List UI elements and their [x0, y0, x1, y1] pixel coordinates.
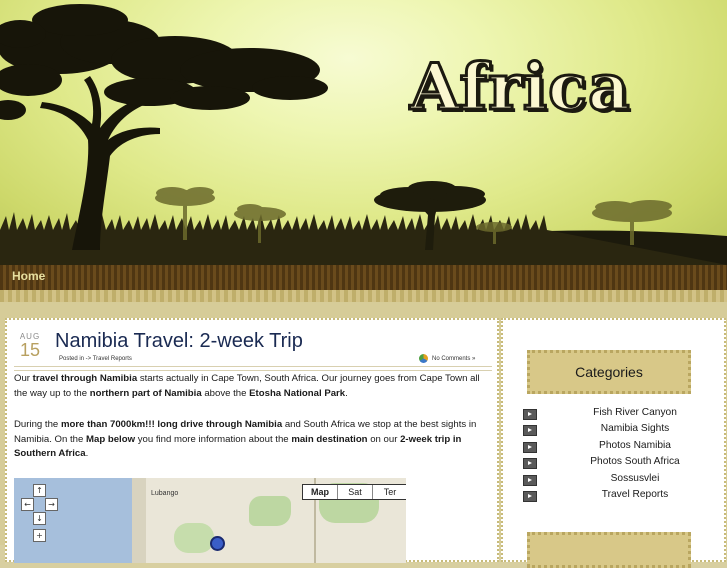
arrow-right-icon — [523, 491, 537, 502]
map-pan-right-icon[interactable]: → — [45, 498, 58, 511]
map-park-area — [249, 496, 291, 526]
map-pan-left-icon[interactable]: ← — [21, 498, 34, 511]
category-item[interactable]: Fish River Canyon — [523, 407, 713, 421]
arrow-right-icon — [523, 425, 537, 436]
category-item[interactable]: Sossusvlei — [523, 473, 713, 487]
map-pan-down-icon[interactable]: ↓ — [33, 512, 46, 525]
sidebar-widget-header — [527, 532, 691, 568]
comments-icon — [419, 354, 428, 363]
sidebar: Categories Fish River Canyon Namibia Sig… — [501, 318, 726, 568]
post-paragraph-2: During the more than 7000km!!! long driv… — [14, 419, 477, 460]
arrow-right-icon — [523, 475, 537, 486]
category-link[interactable]: Photos South Africa — [565, 456, 705, 467]
savanna-silhouette — [0, 4, 727, 265]
map-place-label: Lubango — [151, 490, 179, 497]
category-link[interactable]: Travel Reports — [565, 489, 705, 500]
arrow-right-icon — [523, 442, 537, 453]
map-coast — [132, 478, 146, 563]
map-type-terrain[interactable]: Ter — [372, 485, 406, 499]
categories-title: Categories — [575, 364, 643, 380]
map-park-area — [174, 523, 214, 553]
category-link[interactable]: Photos Namibia — [565, 440, 705, 451]
nav-home-link[interactable]: Home — [12, 269, 45, 283]
map-type-switcher: Map Sat Ter — [302, 484, 406, 500]
category-item[interactable]: Travel Reports — [523, 489, 713, 503]
post-date-day: 15 — [19, 340, 41, 360]
nav-bar: Home — [0, 265, 727, 290]
comments-link[interactable]: No Comments » — [419, 354, 475, 363]
map-pan-up-icon[interactable]: ↑ — [33, 484, 46, 497]
category-link[interactable]: Namibia Sights — [565, 423, 705, 434]
header-banner: Africa — [0, 0, 727, 265]
category-link[interactable]: Sossusvlei — [565, 473, 705, 484]
title-divider — [14, 366, 492, 371]
post-paragraph-1: Our travel through Namibia starts actual… — [14, 373, 480, 399]
map-type-map[interactable]: Map — [303, 485, 337, 499]
site-logo[interactable]: Africa — [409, 54, 632, 121]
category-item[interactable]: Namibia Sights — [523, 423, 713, 437]
category-item[interactable]: Photos South Africa — [523, 456, 713, 470]
map-marker-icon[interactable] — [210, 536, 225, 551]
post-meta: Posted in -> Travel Reports — [59, 356, 132, 362]
post-date: AUG 15 — [15, 332, 45, 359]
comments-label[interactable]: No Comments » — [432, 356, 475, 362]
post-title[interactable]: Namibia Travel: 2-week Trip — [55, 330, 303, 353]
decorative-stripe — [0, 290, 727, 302]
embedded-map[interactable]: Lubango ↑ ← → ↓ + Map Sat Ter — [14, 478, 406, 563]
arrow-right-icon — [523, 458, 537, 469]
map-zoom-in-icon[interactable]: + — [33, 529, 46, 542]
category-link[interactable]: Fish River Canyon — [565, 407, 705, 418]
category-item[interactable]: Photos Namibia — [523, 440, 713, 454]
main-content: AUG 15 Namibia Travel: 2-week Trip Poste… — [5, 318, 499, 563]
map-type-satellite[interactable]: Sat — [337, 485, 372, 499]
categories-header: Categories — [527, 350, 691, 394]
arrow-right-icon — [523, 409, 537, 420]
